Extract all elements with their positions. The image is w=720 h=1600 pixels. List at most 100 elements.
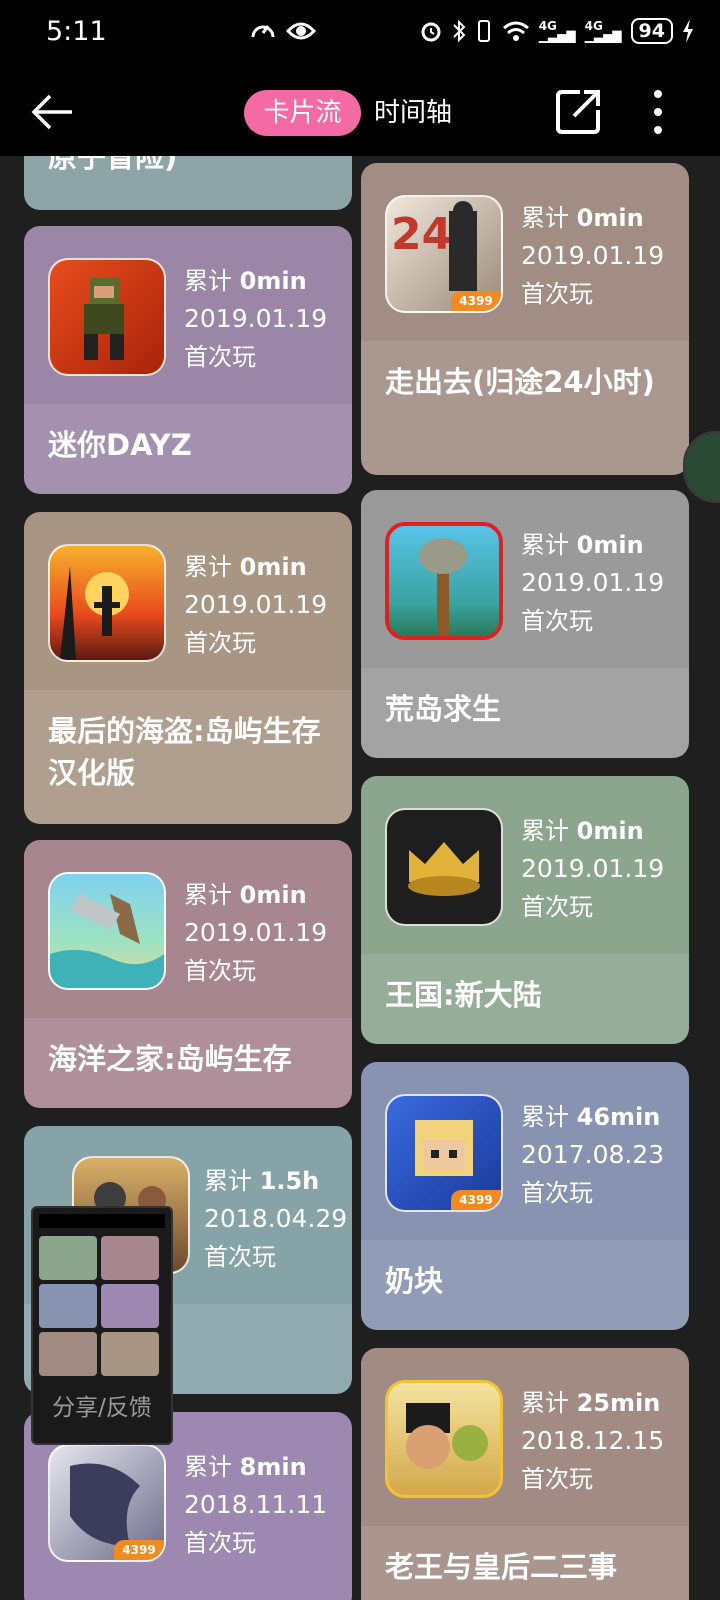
share-feedback-label[interactable]: 分享/反馈 [33,1388,171,1422]
total-time: 0min [239,553,307,581]
app-bar: 卡片流 时间轴 [0,68,720,156]
tab-timeline[interactable]: 时间轴 [374,90,484,136]
play-date: 2018.11.11 [184,1490,328,1519]
first-play-label: 首次玩 [204,1243,276,1271]
game-icon: 4399 [48,1444,166,1562]
more-options-icon[interactable] [650,88,666,136]
game-card[interactable]: 累计 0min 2019.01.19 首次玩 最后的海盗:岛屿生存汉化版 [24,512,352,824]
alarm-icon [421,22,441,42]
4399-badge: 4399 [114,1540,164,1560]
total-label: 累计 [521,204,569,232]
game-card[interactable]: 累计 0min 2019.01.19 首次玩 迷你DAYZ [24,226,352,494]
play-date: 2018.12.15 [521,1426,665,1455]
net-type-2: 4G [584,19,603,33]
game-card[interactable]: 累计 25min 2018.12.15 首次玩 老王与皇后二三事 [361,1348,689,1600]
total-label: 累计 [521,531,569,559]
game-meta: 累计 8min 2018.11.11 首次玩 [184,1448,327,1562]
game-icon [385,808,503,926]
game-icon: 24 4399 [385,195,503,313]
game-icon [385,522,503,640]
4399-badge: 4399 [451,1190,501,1210]
total-label: 累计 [521,1103,569,1131]
game-meta: 累计 25min 2018.12.15 首次玩 [521,1384,664,1498]
play-date: 2017.08.23 [521,1140,665,1169]
wifi-icon [502,21,529,41]
game-card[interactable]: 原子冒险) [24,156,352,210]
eye-icon [286,22,316,40]
game-card[interactable]: 累计 0min 2019.01.19 首次玩 海洋之家:岛屿生存 [24,840,352,1108]
bluetooth-icon [452,19,466,43]
game-title: 走出去(归途24小时) [361,341,689,475]
game-title: 原子冒险) [48,156,178,174]
total-label: 累计 [184,267,232,295]
game-meta: 累计 0min 2019.01.19 首次玩 [521,812,664,926]
first-play-label: 首次玩 [521,1465,593,1493]
total-label: 累计 [204,1167,252,1195]
total-time: 25min [576,1389,661,1417]
first-play-label: 首次玩 [184,343,256,371]
speedometer-icon [251,25,275,38]
first-play-label: 首次玩 [521,280,593,308]
signal-2-icon: 4G ▁▃▅▇ [584,19,622,43]
status-right-icons: 4G ▁▃▅▇ 4G ▁▃▅▇ 94 [419,18,694,44]
first-play-label: 首次玩 [521,1179,593,1207]
mini-appbar [39,1214,165,1228]
game-title: 荒岛求生 [361,668,689,758]
game-meta: 累计 0min 2019.01.19 首次玩 [184,548,327,662]
total-time: 1.5h [259,1167,320,1195]
total-time: 0min [239,881,307,909]
status-time: 5:11 [46,16,107,47]
share-feedback-floating-window[interactable]: 分享/反馈 [31,1206,173,1445]
status-bar: 5:11 4G ▁▃▅▇ 4G ▁▃▅▇ 94 [0,0,720,68]
status-left-icons [250,18,316,44]
play-date: 2019.01.19 [521,568,665,597]
total-label: 累计 [521,817,569,845]
game-icon [385,1380,503,1498]
game-icon: 4399 [385,1094,503,1212]
first-play-label: 首次玩 [184,1529,256,1557]
game-title: 老王与皇后二三事 [361,1526,689,1600]
game-icon [48,258,166,376]
total-label: 累计 [184,553,232,581]
total-time: 46min [576,1103,661,1131]
game-title: 海洋之家:岛屿生存 [24,1018,352,1108]
svg-text:24: 24 [391,209,452,260]
play-date: 2018.04.29 [204,1204,348,1233]
signal-1-icon: 4G ▁▃▅▇ [538,19,576,43]
total-label: 累计 [521,1389,569,1417]
play-date: 2019.01.19 [184,918,328,947]
game-icon [48,872,166,990]
battery-indicator: 94 [630,18,673,44]
game-card[interactable]: 累计 0min 2019.01.19 首次玩 王国:新大陆 [361,776,689,1044]
game-title: 王国:新大陆 [361,954,689,1044]
total-label: 累计 [184,1453,232,1481]
first-play-label: 首次玩 [521,893,593,921]
total-time: 0min [576,204,644,232]
share-icon[interactable] [554,86,602,136]
game-card[interactable]: 累计 0min 2019.01.19 首次玩 荒岛求生 [361,490,689,758]
game-meta: 累计 46min 2017.08.23 首次玩 [521,1098,664,1212]
game-title: 奶块 [361,1240,689,1330]
game-meta: 累计 0min 2019.01.19 首次玩 [521,526,664,640]
play-date: 2019.01.19 [521,241,665,270]
game-title: 最后的海盗:岛屿生存汉化版 [24,690,352,824]
first-play-label: 首次玩 [184,629,256,657]
game-card[interactable]: 4399 累计 46min 2017.08.23 首次玩 奶块 [361,1062,689,1330]
game-meta: 累计 0min 2019.01.19 首次玩 [184,262,327,376]
total-time: 0min [576,531,644,559]
game-meta: 累计 1.5h 2018.04.29 首次玩 [204,1162,347,1276]
first-play-label: 首次玩 [521,607,593,635]
total-time: 0min [576,817,644,845]
tab-card-flow[interactable]: 卡片流 [244,90,361,136]
game-card[interactable]: 24 4399 累计 0min 2019.01.19 首次玩 走出去(归途24小… [361,163,689,475]
game-title: 迷你DAYZ [24,404,352,494]
vibrate-icon [477,20,490,42]
play-date: 2019.01.19 [184,590,328,619]
first-play-label: 首次玩 [184,957,256,985]
play-date: 2019.01.19 [184,304,328,333]
net-type-1: 4G [538,19,557,33]
total-label: 累计 [184,881,232,909]
back-arrow-icon[interactable] [28,90,76,134]
mini-preview [39,1236,163,1376]
game-icon [48,544,166,662]
